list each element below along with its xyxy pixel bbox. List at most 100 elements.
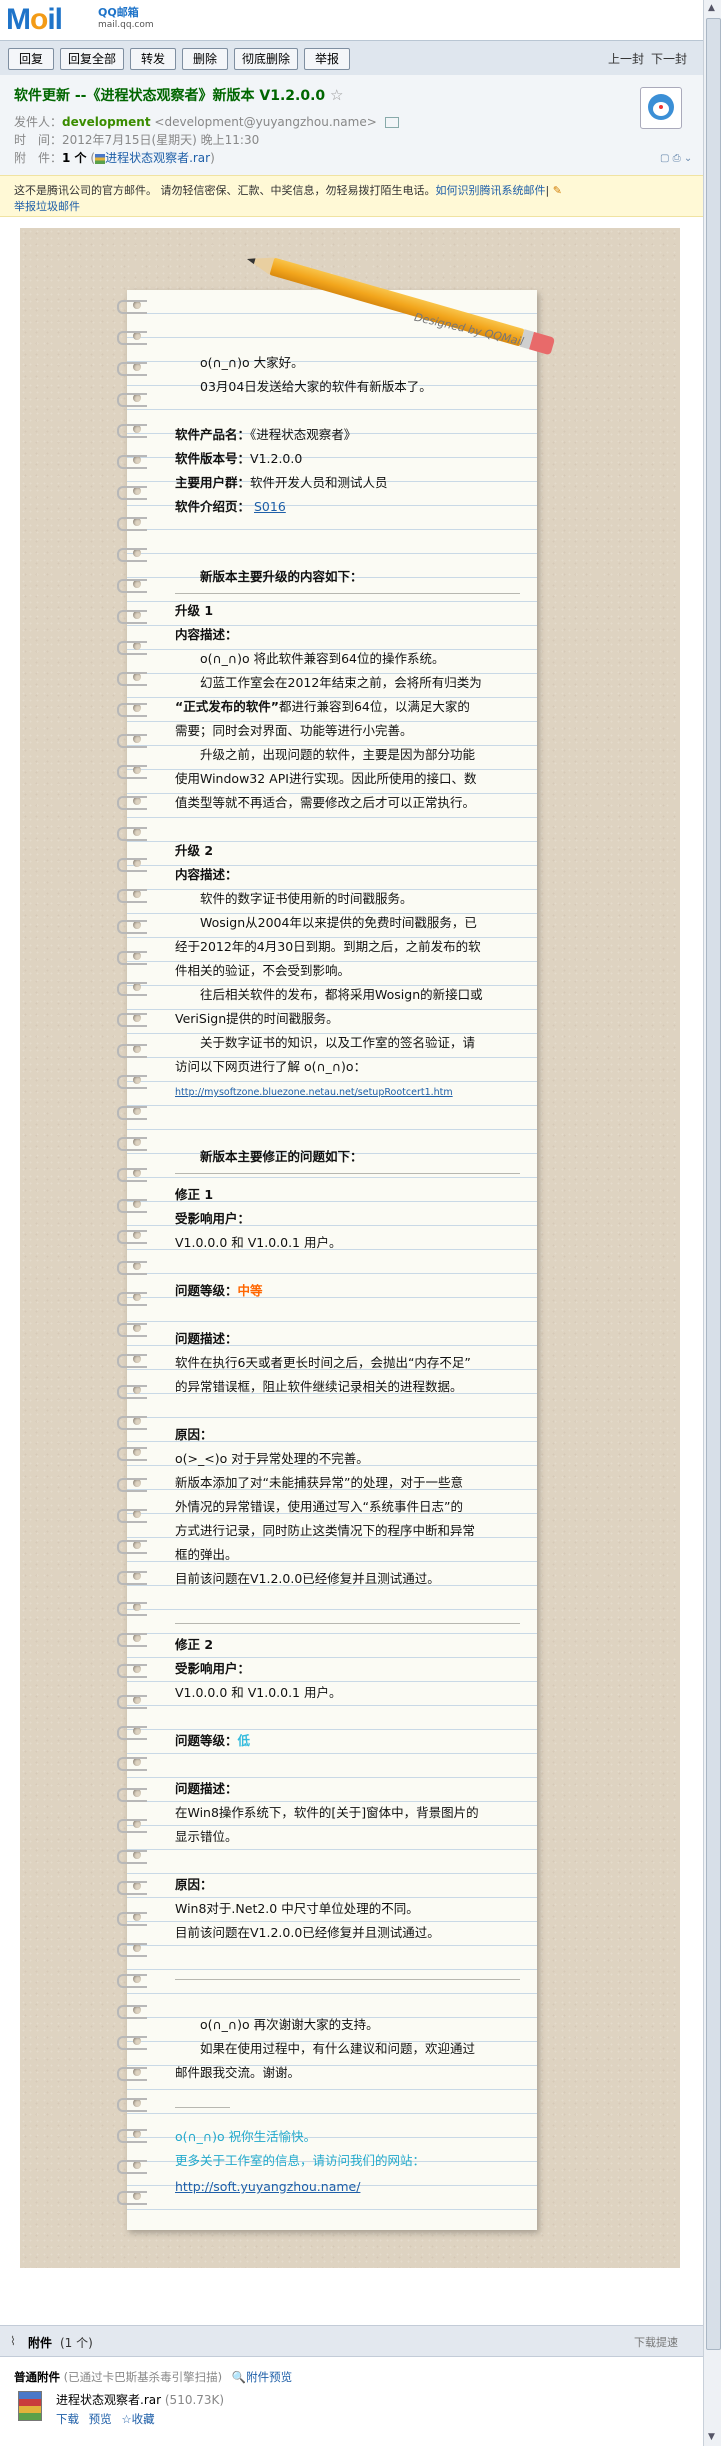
version-row: 软件版本号：V1.2.0.0 bbox=[175, 451, 302, 467]
upgrade1-title: 升级 1 bbox=[175, 603, 214, 618]
upgrade2-title: 升级 2 bbox=[175, 843, 214, 858]
delete-button[interactable]: 删除 bbox=[182, 48, 228, 70]
binding-ring bbox=[117, 1695, 147, 1709]
product-label: 软件产品名： bbox=[175, 427, 251, 442]
vertical-scrollbar[interactable]: ▲ ▼ bbox=[703, 0, 721, 2446]
signature-divider bbox=[175, 2107, 230, 2108]
binding-ring bbox=[117, 579, 147, 593]
binding-ring bbox=[117, 1261, 147, 1275]
preview-link[interactable]: 预览 bbox=[89, 2412, 112, 2426]
sender-name[interactable]: development bbox=[62, 115, 151, 129]
fix2-level-value: 低 bbox=[237, 1733, 251, 1748]
binding-ring bbox=[117, 1044, 147, 1058]
upgrade2-text: 软件的数字证书使用新的时间戳服务。 bbox=[200, 891, 413, 906]
upgrade1-text: 需要；同时会对界面、功能等进行小完善。 bbox=[175, 723, 413, 738]
favorite-link[interactable]: 收藏 bbox=[132, 2412, 155, 2426]
rar-file-icon bbox=[18, 2391, 42, 2421]
more-icon[interactable]: ⌄ bbox=[684, 153, 692, 164]
qq-mail-logo[interactable]: Moil QQ邮箱 mail.qq.com bbox=[6, 4, 154, 36]
paperclip-icon: ⌇ bbox=[10, 2334, 16, 2348]
binding-ring bbox=[117, 1664, 147, 1678]
divider bbox=[175, 1979, 520, 1980]
binding-ring bbox=[117, 548, 147, 562]
star-icon: ☆ bbox=[121, 2412, 132, 2426]
report-spam-link[interactable]: 举报垃圾邮件 bbox=[14, 200, 80, 213]
attachment-file-name[interactable]: 进程状态观察者.rar bbox=[56, 2393, 161, 2407]
security-warning: 这不是腾讯公司的官方邮件。 请勿轻信密保、汇款、中奖信息，勿轻易拨打陌生电话。如… bbox=[0, 175, 703, 217]
upgrade2-text: 往后相关软件的发布，都将采用Wosign的新接口或 bbox=[200, 987, 483, 1002]
download-link[interactable]: 下载 bbox=[56, 2412, 79, 2426]
fix1-level-row: 问题等级：中等 bbox=[175, 1283, 263, 1299]
forward-button[interactable]: 转发 bbox=[130, 48, 176, 70]
binding-ring bbox=[117, 424, 147, 438]
reply-all-button[interactable]: 回复全部 bbox=[60, 48, 124, 70]
users-row: 主要用户群：软件开发人员和测试人员 bbox=[175, 475, 388, 491]
fix1-cause-text: o(>_<)o 对于异常处理的不完善。 bbox=[175, 1451, 369, 1466]
sender-avatar[interactable] bbox=[640, 87, 682, 129]
identify-system-mail-link[interactable]: 如何识别腾讯系统邮件 bbox=[436, 184, 546, 197]
avatar-face-icon bbox=[648, 94, 674, 120]
binding-ring bbox=[117, 1540, 147, 1554]
next-mail-link[interactable]: 下一封 bbox=[651, 50, 687, 67]
reply-button[interactable]: 回复 bbox=[8, 48, 54, 70]
report-button[interactable]: 举报 bbox=[304, 48, 350, 70]
upgrade2-text: 经于2012年的4月30日到期。到期之后，之前发布的软 bbox=[175, 939, 481, 954]
scroll-up-icon[interactable]: ▲ bbox=[708, 3, 715, 13]
print-icon[interactable]: ⎙ bbox=[673, 153, 681, 164]
binding-ring bbox=[117, 889, 147, 903]
fix2-affected-value: V1.0.0.0 和 V1.0.0.1 用户。 bbox=[175, 1685, 342, 1700]
binding-ring bbox=[117, 1974, 147, 1988]
divider bbox=[175, 1173, 520, 1174]
fix2-level-row: 问题等级：低 bbox=[175, 1733, 250, 1749]
mail-toolbar: 回复 回复全部 转发 删除 彻底删除 举报 上一封 下一封 bbox=[0, 40, 703, 76]
star-icon[interactable]: ☆ bbox=[330, 86, 343, 104]
binding-ring bbox=[117, 796, 147, 810]
greeting: o(∩_∩)o 大家好。 bbox=[200, 355, 304, 370]
intro-page-row: 软件介绍页： S016 bbox=[175, 499, 286, 515]
attach-count: 1 个 bbox=[62, 151, 87, 165]
fix2-cause-text: Win8对于.Net2.0 中尺寸单位处理的不同。 bbox=[175, 1901, 419, 1916]
attachments-title: 附件 bbox=[28, 2336, 53, 2350]
expand-icon[interactable]: ▢ bbox=[660, 153, 669, 164]
binding-ring bbox=[117, 827, 147, 841]
attachments-count: (1 个) bbox=[60, 2336, 93, 2350]
rootcert-link[interactable]: http://mysoftzone.bluezone.netau.net/set… bbox=[175, 1085, 453, 1101]
virus-scan-note: (已通过卡巴斯基杀毒引擎扫描) bbox=[63, 2370, 223, 2384]
upgrade2-text: 关于数字证书的知识，以及工作室的签名验证，请 bbox=[200, 1035, 476, 1050]
attachment-row: 附 件：1 个 (进程状态观察者.rar) bbox=[14, 151, 215, 165]
binding-ring bbox=[117, 1850, 147, 1864]
page-label: 软件介绍页： bbox=[175, 499, 251, 514]
fix1-cause-text: 外情况的异常错误，使用通过写入“系统事件日志”的 bbox=[175, 1499, 463, 1514]
attach-link[interactable]: 进程状态观察者.rar bbox=[105, 151, 210, 165]
scrollbar-thumb[interactable] bbox=[706, 18, 721, 2350]
from-label: 发件人： bbox=[14, 115, 63, 129]
qq-mail-domain: mail.qq.com bbox=[98, 20, 154, 30]
binding-ring bbox=[117, 300, 147, 314]
site-link[interactable]: http://soft.yuyangzhou.name/ bbox=[175, 2179, 360, 2195]
download-speedup-link[interactable]: 下载提速 bbox=[634, 2334, 678, 2350]
top-bar: Moil QQ邮箱 mail.qq.com bbox=[0, 0, 703, 40]
scroll-down-icon[interactable]: ▼ bbox=[708, 2432, 715, 2442]
mail-subject: 软件更新 --《进程状态观察者》新版本 V1.2.0.0 ☆ bbox=[14, 85, 343, 105]
contact-card-icon[interactable] bbox=[384, 117, 399, 128]
binding-ring bbox=[117, 1881, 147, 1895]
binding-ring bbox=[117, 734, 147, 748]
binding-ring bbox=[117, 765, 147, 779]
wish-text: o(∩_∩)o 祝你生活愉快。 bbox=[175, 2129, 317, 2144]
attachments-header: ⌇ 附件 (1 个) 下载提速 bbox=[0, 2325, 703, 2357]
binding-ring bbox=[117, 1323, 147, 1337]
fix1-cause-text: 新版本添加了对“未能捕获异常”的处理，对于一些意 bbox=[175, 1475, 463, 1490]
binding-ring bbox=[117, 362, 147, 376]
binding-ring bbox=[117, 1602, 147, 1616]
delete-permanently-button[interactable]: 彻底删除 bbox=[234, 48, 298, 70]
attachment-preview-link[interactable]: 附件预览 bbox=[246, 2370, 292, 2384]
report-spam-icon: ✎ bbox=[552, 184, 562, 197]
upgrade2-text: Wosign从2004年以来提供的免费时间戳服务，已 bbox=[200, 915, 477, 930]
upgrade2-text: 访问以下网页进行了解 o(∩_∩)o： bbox=[175, 1059, 367, 1074]
feedback-text: 如果在使用过程中，有什么建议和问题，欢迎通过 bbox=[200, 2041, 476, 2056]
fixes-heading: 新版本主要修正的问题如下： bbox=[200, 1149, 363, 1164]
upgrade1-text: 幻蓝工作室会在2012年结束之前，会将所有归类为 bbox=[200, 675, 482, 690]
fix1-title: 修正 1 bbox=[175, 1187, 214, 1202]
intro-page-link[interactable]: S016 bbox=[254, 499, 286, 514]
prev-mail-link[interactable]: 上一封 bbox=[608, 50, 644, 67]
